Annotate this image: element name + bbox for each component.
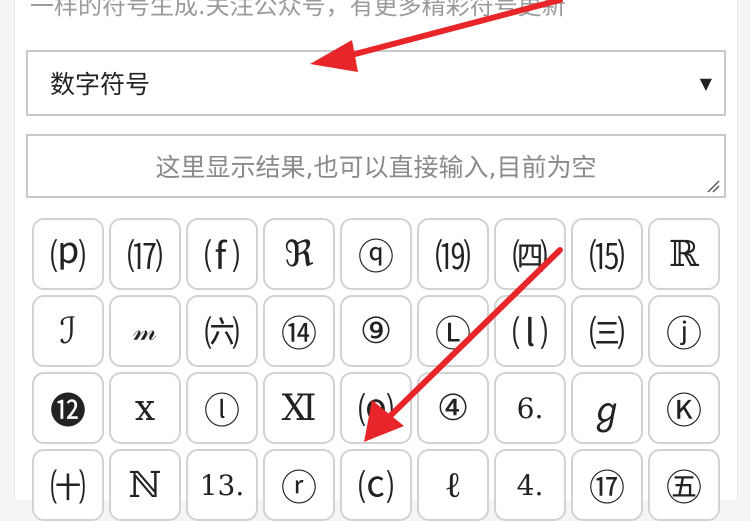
symbol-key[interactable]: ℜ xyxy=(263,218,335,290)
symbol-key[interactable]: ⑰ xyxy=(571,449,643,521)
symbol-key[interactable]: ⒆ xyxy=(417,218,489,290)
symbol-key[interactable]: ℐ xyxy=(32,295,104,367)
symbol-key[interactable]: ⒫ xyxy=(32,218,104,290)
symbol-key[interactable]: ④ xyxy=(417,372,489,444)
symbol-key[interactable]: ㊄ xyxy=(648,449,720,521)
symbol-grid: ⒫ ⒄ ⒡ ℜⓠ ⒆ ㈣ ⒂ ℝ ℐ𝓂 ㈥ ⑭ ⑨ Ⓛ ⒧ ㈢ ⓙ ⓬ x ⓛ Ⅺ ⒪ ④ 6. ℊ Ⓚ ㈩ ℕ 13. ⓡ ⒞ ℓ 4. ⑰ ㊄ xyxy=(32,218,726,521)
symbol-key[interactable]: ⑭ xyxy=(263,295,335,367)
category-select[interactable]: 数字符号 ▼ xyxy=(26,50,726,116)
symbol-key[interactable]: ㈣ xyxy=(494,218,566,290)
symbol-key[interactable]: ℝ xyxy=(648,218,720,290)
symbol-key[interactable]: ⑨ xyxy=(340,295,412,367)
symbol-key[interactable]: Ⅺ xyxy=(263,372,335,444)
symbol-key[interactable]: x xyxy=(109,372,181,444)
symbol-key[interactable]: ⓙ xyxy=(648,295,720,367)
symbol-key[interactable]: ⒂ xyxy=(571,218,643,290)
symbol-key[interactable]: ㈥ xyxy=(186,295,258,367)
notice-text: 一样的符号生成.关注公众号，有更多精彩符号更新 xyxy=(30,0,566,20)
symbol-key[interactable]: ℊ xyxy=(571,372,643,444)
symbol-key[interactable]: 6. xyxy=(494,372,566,444)
symbol-key[interactable]: ⒞ xyxy=(340,449,412,521)
symbol-key[interactable]: ℕ xyxy=(109,449,181,521)
resize-grip-icon[interactable] xyxy=(706,179,720,193)
symbol-key[interactable]: ⒪ xyxy=(340,372,412,444)
symbol-key[interactable]: 𝓂 xyxy=(109,295,181,367)
symbol-key[interactable]: ⒄ xyxy=(109,218,181,290)
symbol-key[interactable]: ⓡ xyxy=(263,449,335,521)
symbol-key[interactable]: ㈢ xyxy=(571,295,643,367)
symbol-key[interactable]: Ⓛ xyxy=(417,295,489,367)
symbol-key[interactable]: Ⓚ xyxy=(648,372,720,444)
symbol-key[interactable]: ⒧ xyxy=(494,295,566,367)
caret-down-icon: ▼ xyxy=(699,73,712,93)
category-select-value: 数字符号 xyxy=(50,70,151,99)
symbol-key[interactable]: ⓬ xyxy=(32,372,104,444)
symbol-key[interactable]: ⒡ xyxy=(186,218,258,290)
symbol-key[interactable]: ⓛ xyxy=(186,372,258,444)
symbol-key[interactable]: 13. xyxy=(186,449,258,521)
result-textarea[interactable]: 这里显示结果,也可以直接输入,目前为空 xyxy=(26,134,726,198)
symbol-key[interactable]: ⓠ xyxy=(340,218,412,290)
symbol-key[interactable]: 4. xyxy=(494,449,566,521)
result-placeholder: 这里显示结果,也可以直接输入,目前为空 xyxy=(155,153,597,182)
symbol-key[interactable]: ℓ xyxy=(417,449,489,521)
symbol-key[interactable]: ㈩ xyxy=(32,449,104,521)
